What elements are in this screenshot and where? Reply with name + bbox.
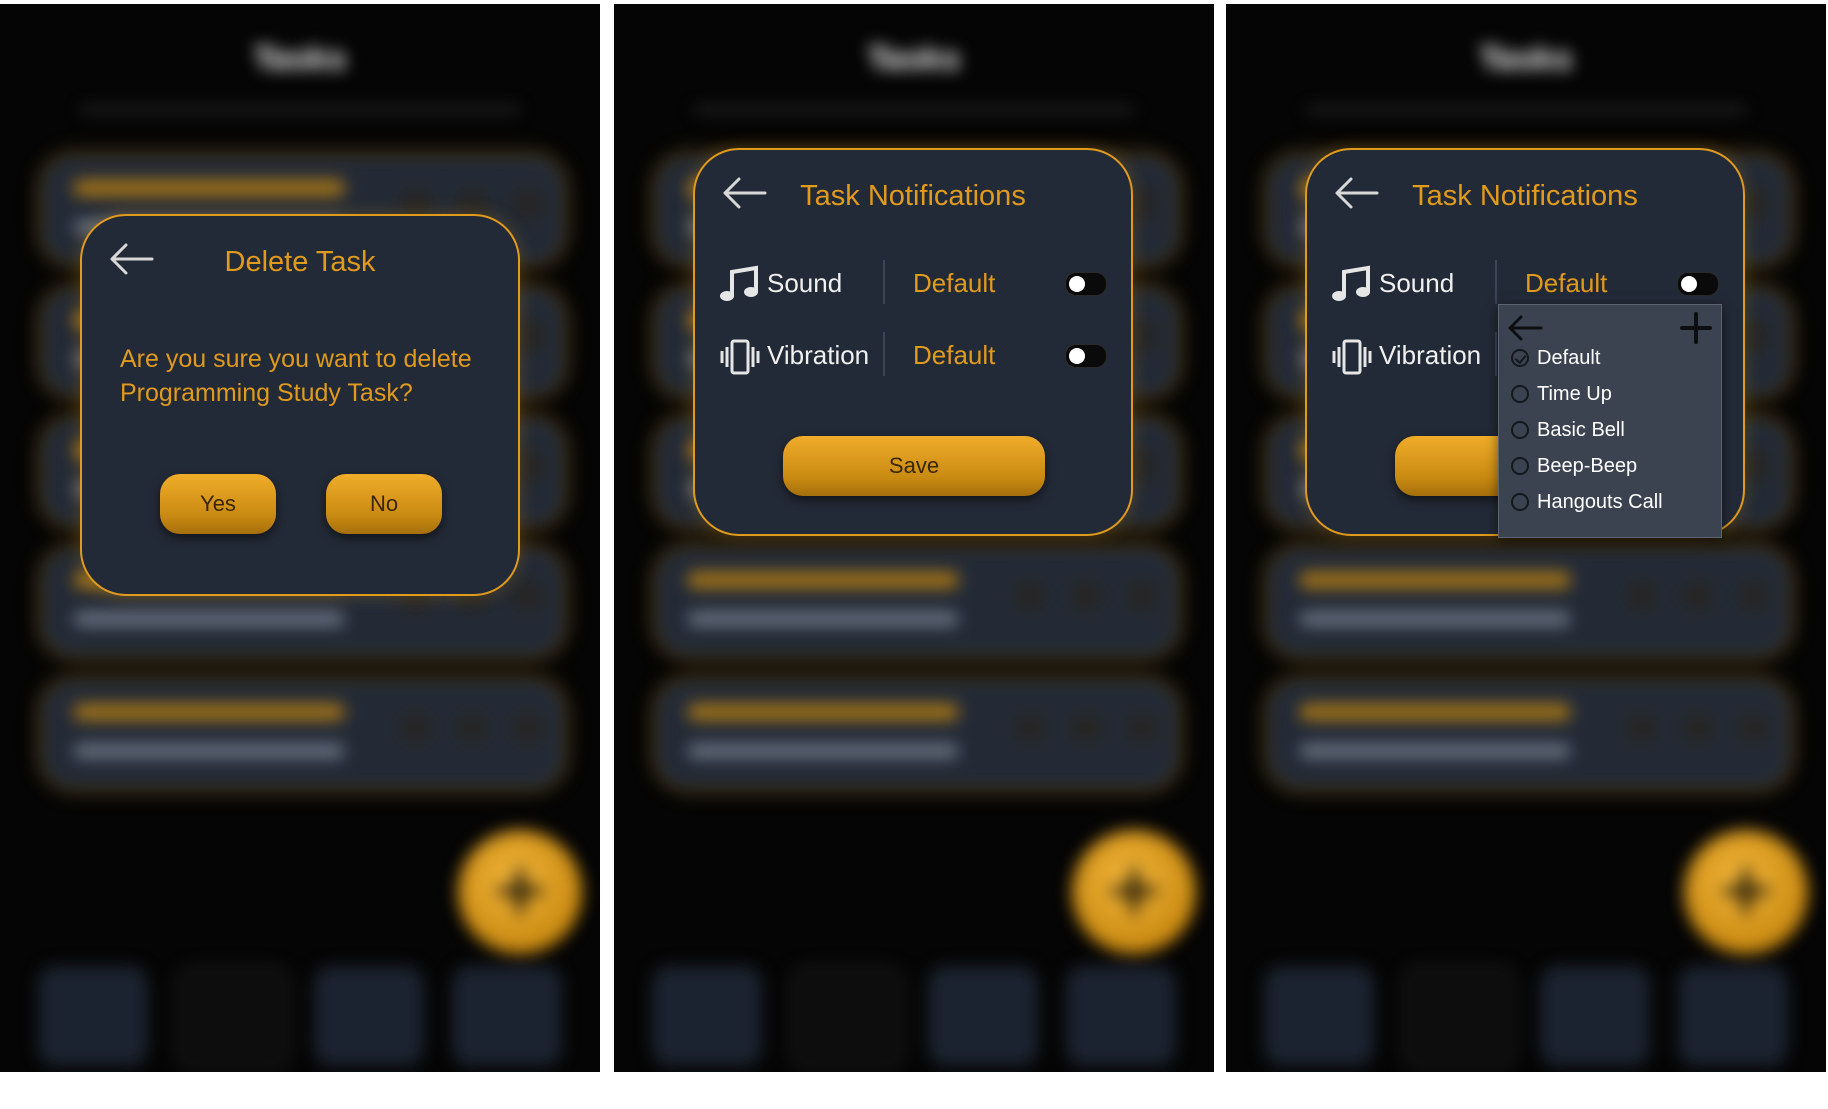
dialog-title: Task Notifications [1412,180,1638,212]
sound-option-beep-beep[interactable]: Beep-Beep [1511,451,1637,481]
radio-icon [1511,457,1529,475]
title-divider [694,108,1134,112]
row-separator [1495,260,1497,304]
nav-item [1678,966,1788,1066]
yes-button[interactable]: Yes [160,474,276,534]
task-card [1266,678,1792,790]
row-separator [883,260,885,304]
nav-item [652,966,762,1066]
sound-option-time-up[interactable]: Time Up [1511,379,1612,409]
screen-delete-task: Tasks Delete Task Are you sure you want … [0,4,600,1072]
row-separator [883,332,885,376]
sound-value[interactable]: Default [1525,268,1607,299]
sound-option-hangouts-call[interactable]: Hangouts Call [1511,487,1663,517]
screen-task-notifications: Tasks Task Notifications Sound Default [614,4,1214,1072]
vibration-value[interactable]: Default [913,340,995,371]
task-card [40,678,566,790]
vibration-icon [720,339,760,375]
sound-option-basic-bell[interactable]: Basic Bell [1511,415,1625,445]
radio-icon [1511,385,1529,403]
sound-toggle[interactable] [1677,272,1719,296]
nav-item [928,966,1038,1066]
nav-item [314,966,424,1066]
sound-label: Sound [767,268,843,298]
option-label: Default [1537,346,1601,369]
save-button[interactable]: Save [783,436,1045,496]
arrow-left-icon[interactable] [1507,313,1543,343]
dialog-title: Task Notifications [800,180,1026,212]
add-task-fab [1072,830,1196,954]
add-task-fab [1684,830,1808,954]
nav-item [1264,966,1374,1066]
radio-icon [1511,421,1529,439]
task-card [654,678,1180,790]
vibration-icon [1332,339,1372,375]
task-card [1266,546,1792,658]
nav-item [1402,966,1516,1070]
nav-item [38,966,148,1066]
nav-item [1066,966,1176,1066]
no-button[interactable]: No [326,474,442,534]
screen-sound-picker: Tasks Task Notifications Sound Default [1226,4,1826,1072]
sound-picker-dropdown: Default Time Up Basic Bell Beep-Beep Han… [1498,304,1722,538]
radio-checked-icon [1511,349,1529,367]
title-divider [80,108,520,112]
nav-item [452,966,562,1066]
app-title: Tasks [253,42,347,77]
task-card [654,546,1180,658]
sound-value[interactable]: Default [913,268,995,299]
dialog-title: Delete Task [224,246,376,278]
delete-task-dialog: Delete Task Are you sure you want to del… [80,214,520,596]
sound-option-default[interactable]: Default [1511,343,1600,373]
sound-row: Sound Default [1331,260,1723,310]
vibration-toggle[interactable] [1065,344,1107,368]
add-task-fab [458,830,582,954]
nav-item [790,966,904,1070]
music-note-icon [1332,265,1370,301]
vibration-label: Vibration [1379,340,1482,370]
sound-label: Sound [1379,268,1455,298]
option-label: Time Up [1537,382,1612,405]
sound-row: Sound Default [719,260,1111,310]
plus-icon[interactable] [1679,311,1713,345]
app-title: Tasks [867,42,961,77]
vibration-label: Vibration [767,340,870,370]
nav-item [1540,966,1650,1066]
radio-icon [1511,493,1529,511]
nav-item [176,966,290,1070]
music-note-icon [720,265,758,301]
option-label: Basic Bell [1537,418,1625,441]
delete-confirmation-message: Are you sure you want to delete Programm… [120,345,472,407]
task-notifications-dialog: Task Notifications Sound Default Vibrati… [693,148,1133,536]
title-divider [1306,108,1746,112]
sound-toggle[interactable] [1065,272,1107,296]
option-label: Beep-Beep [1537,454,1638,477]
row-separator [1495,332,1497,376]
vibration-row: Vibration Default [719,332,1111,382]
option-label: Hangouts Call [1537,490,1663,513]
app-title: Tasks [1479,42,1573,77]
